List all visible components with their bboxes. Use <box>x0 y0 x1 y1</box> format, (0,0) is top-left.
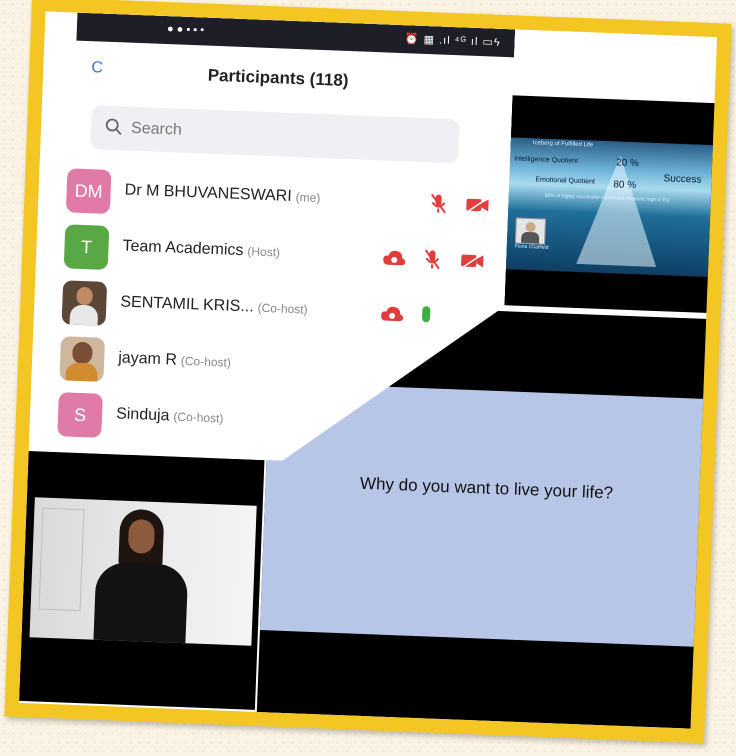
webcam-feed <box>29 497 257 646</box>
iq-value: 20 % <box>615 157 640 170</box>
avatar-photo <box>59 336 105 382</box>
success-label: Success <box>663 173 702 186</box>
participant-name: SENTAMIL KRIS... (Co-host) <box>120 293 308 317</box>
video-off-icon[interactable] <box>465 196 492 215</box>
eq-value: 80 % <box>613 179 637 192</box>
iceberg-slide: Iceberg of Fulfilled Life Intelligence Q… <box>501 137 713 277</box>
eq-label: Emotional Quotient <box>535 176 596 186</box>
mic-muted-icon[interactable] <box>422 248 443 271</box>
avatar-photo <box>62 280 108 326</box>
participant-name: Team Academics (Host) <box>122 237 281 260</box>
participant-role: (me) <box>295 190 321 206</box>
slide-title: Iceberg of Fulfilled Life <box>532 140 594 149</box>
mic-muted-icon[interactable] <box>428 192 449 215</box>
presenter-face <box>127 518 156 554</box>
status-left-icons: ● ● ▪ ▪ • <box>166 23 205 37</box>
search-icon <box>105 118 124 137</box>
video-tile[interactable] <box>19 451 265 710</box>
search-placeholder: Search <box>130 119 183 139</box>
participant-role: (Host) <box>247 244 281 260</box>
participant-name: jayam R (Co-host) <box>117 349 232 370</box>
avatar: DM <box>66 168 112 214</box>
avatar: S <box>57 392 103 438</box>
speaker-thumbnail <box>514 217 546 245</box>
shared-slide-thumbnail[interactable]: Iceberg of Fulfilled Life Intelligence Q… <box>490 94 718 314</box>
participant-role: (Co-host) <box>257 300 308 317</box>
status-right-icons: ⏰ ▦ .ıl ⁴ᴳ ıl ▭ϟ <box>404 33 501 49</box>
participant-role: (Co-host) <box>173 409 224 426</box>
mic-active-icon[interactable] <box>420 304 433 326</box>
avatar: T <box>64 224 110 270</box>
cloud-recording-icon <box>380 304 405 323</box>
participant-role: (Co-host) <box>180 353 232 370</box>
photo-frame: Iceberg of Fulfilled Life Intelligence Q… <box>4 0 732 744</box>
background-whiteboard <box>38 507 85 612</box>
video-off-icon[interactable] <box>459 251 486 270</box>
iq-label: Intelligence Quotient <box>514 155 579 165</box>
panel-title: Participants (118) <box>207 65 349 91</box>
speaker-caption: Fiona Chatfield <box>514 243 549 251</box>
iceberg-shape <box>576 153 661 267</box>
zoom-screenshot: Iceberg of Fulfilled Life Intelligence Q… <box>18 11 718 729</box>
search-input[interactable]: Search <box>90 105 459 163</box>
status-bar: ● ● ▪ ▪ • ⏰ ▦ .ıl ⁴ᴳ ıl ▭ϟ <box>76 13 515 58</box>
cloud-recording-icon <box>382 248 407 267</box>
participant-name: Dr M BHUVANESWARI (me) <box>124 181 321 206</box>
participant-name: Sinduja (Co-host) <box>115 405 224 426</box>
